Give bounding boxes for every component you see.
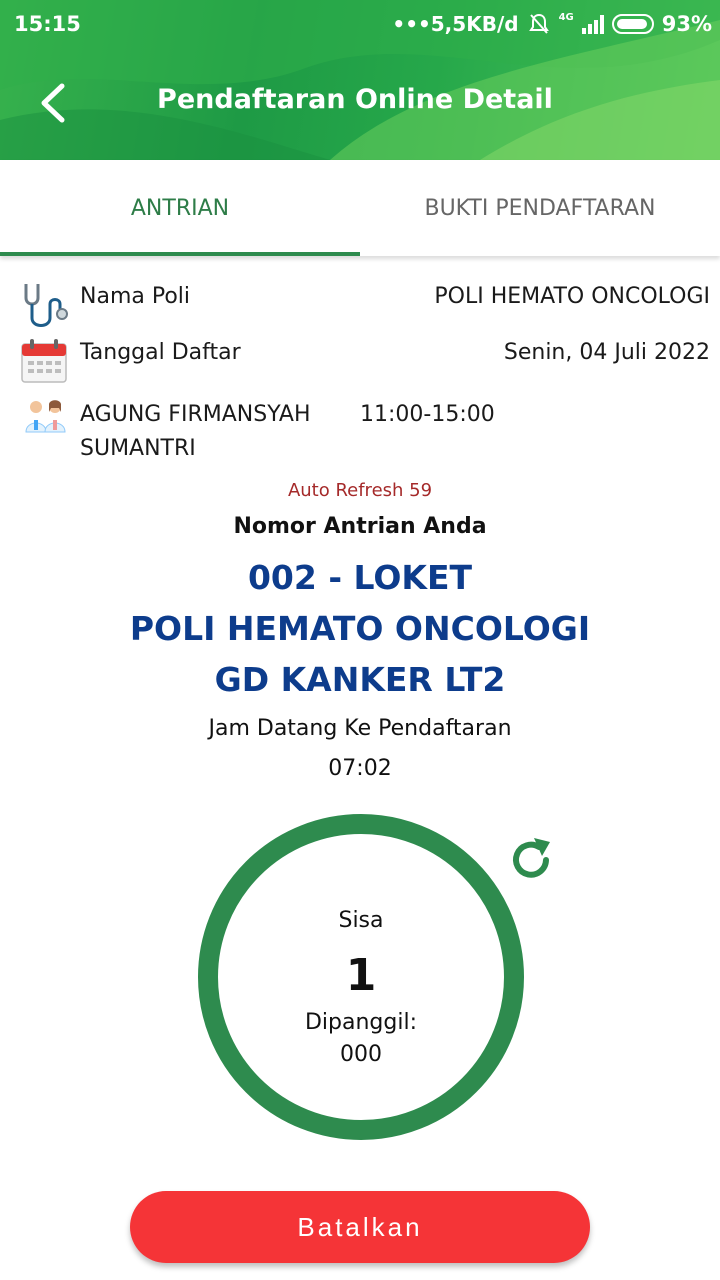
called-label: Dipanggil:: [304, 1010, 417, 1035]
tab-bar: ANTRIAN BUKTI PENDAFTARAN: [0, 160, 720, 256]
tab-bukti-label: BUKTI PENDAFTARAN: [424, 195, 656, 221]
queue-location: GD KANKER LT2: [214, 660, 506, 699]
queue-poli: POLI HEMATO ONCOLOGI: [129, 609, 591, 648]
doctor-hours: 11:00-15:00: [360, 402, 495, 427]
tanggal-value: Senin, 04 Juli 2022: [503, 340, 710, 365]
poli-value: POLI HEMATO ONCOLOGI: [434, 284, 710, 309]
battery-icon: [611, 14, 654, 34]
bell-off-icon: [528, 13, 549, 34]
tanggal-row: Tanggal Daftar Senin, 04 Juli 2022: [0, 338, 720, 388]
signal-icon: [581, 14, 604, 34]
tanggal-label: Tanggal Daftar: [80, 340, 241, 365]
poli-label: Nama Poli: [80, 284, 191, 309]
called-value: 000: [340, 1042, 382, 1067]
arrival-time-label: Jam Datang Ke Pendaftaran: [208, 716, 512, 741]
tab-antrian[interactable]: ANTRIAN: [0, 160, 360, 256]
doctor-name-line2: SUMANTRI: [80, 436, 196, 461]
doctor-name: AGUNG FIRMANSYAH SUMANTRI: [80, 398, 311, 466]
status-bar: 15:15 •••5,5KB/d 4G 93%: [0, 0, 720, 52]
tab-bukti-pendaftaran[interactable]: BUKTI PENDAFTARAN: [360, 160, 720, 256]
arrival-time-value: 07:02: [328, 756, 392, 781]
stethoscope-icon: [24, 284, 68, 327]
remaining-label: Sisa: [338, 908, 384, 933]
doctors-icon: [25, 400, 66, 433]
page-title: Pendaftaran Online Detail: [157, 84, 553, 115]
auto-refresh-text: Auto Refresh 59: [287, 480, 433, 501]
tab-antrian-label: ANTRIAN: [130, 195, 230, 221]
active-tab-indicator: [0, 252, 360, 256]
poli-row: Nama Poli POLI HEMATO ONCOLOGI: [0, 282, 720, 332]
doctor-row: AGUNG FIRMANSYAH SUMANTRI 11:00-15:00: [0, 396, 720, 464]
network-speed: •••5,5KB/d: [392, 12, 519, 36]
network-type: 4G: [558, 12, 574, 23]
doctor-name-line1: AGUNG FIRMANSYAH: [80, 402, 311, 427]
queue-number: 002 - LOKET: [247, 558, 473, 597]
app-bar: 15:15 •••5,5KB/d 4G 93% Pendaftaran Onli…: [0, 0, 720, 160]
status-time: 15:15: [14, 12, 81, 36]
remaining-value: 1: [345, 950, 377, 1001]
refresh-icon: [513, 838, 550, 878]
battery-level: 93%: [661, 12, 712, 36]
queue-remaining-content: Sisa 1 Dipanggil: 000: [198, 814, 524, 1140]
queue-number-label: Nomor Antrian Anda: [233, 514, 487, 539]
cancel-button[interactable]: Batalkan: [130, 1191, 590, 1263]
refresh-button[interactable]: [506, 834, 556, 884]
calendar-icon: [21, 339, 67, 383]
